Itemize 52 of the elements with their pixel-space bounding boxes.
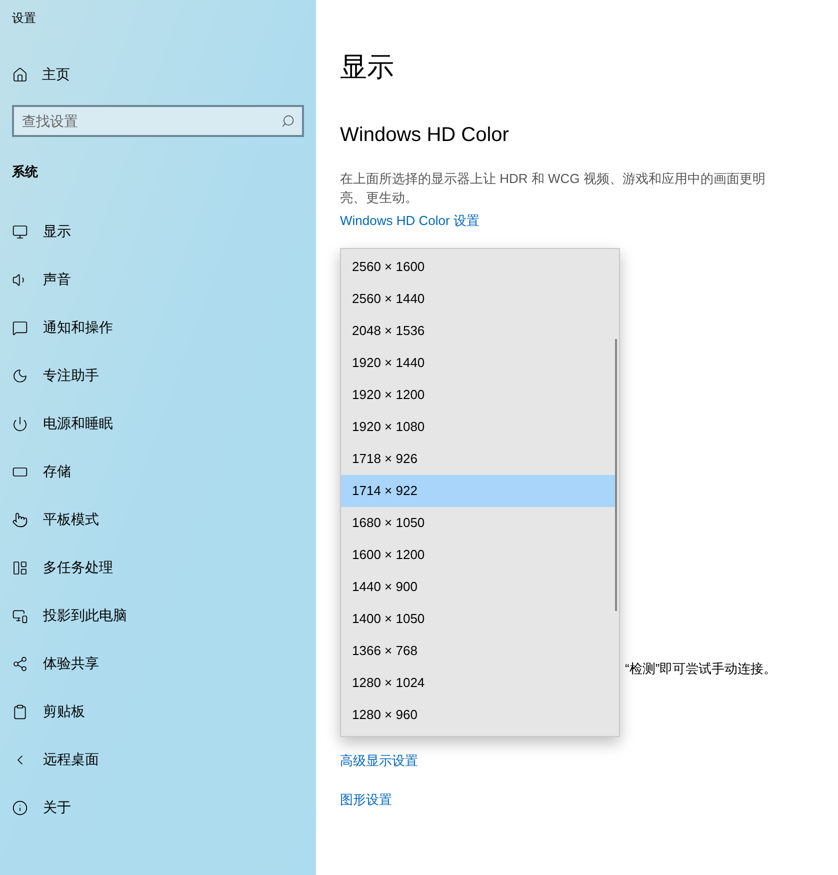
home-link[interactable]: 主页 xyxy=(12,64,70,85)
page-title: 显示 xyxy=(340,54,394,81)
resolution-option[interactable]: 2560 × 1600 xyxy=(341,251,615,283)
resolution-option[interactable]: 1280 × 960 xyxy=(341,699,615,731)
devices-icon xyxy=(12,608,28,624)
resolution-option[interactable]: 1440 × 900 xyxy=(341,571,615,603)
resolution-option[interactable]: 1280 × 1024 xyxy=(341,667,615,699)
hd-color-link[interactable]: Windows HD Color 设置 xyxy=(340,213,480,229)
sidebar-item[interactable]: 显示 xyxy=(12,208,304,256)
resolution-option[interactable]: 1400 × 1050 xyxy=(341,603,615,635)
sidebar-item[interactable]: 专注助手 xyxy=(12,352,304,400)
share-icon xyxy=(12,656,28,672)
sidebar-item[interactable]: 声音 xyxy=(12,256,304,304)
resolution-option[interactable]: 1680 × 1050 xyxy=(341,507,615,539)
resolution-option[interactable]: 1718 × 926 xyxy=(341,443,615,475)
search-field[interactable]: 查找设置 xyxy=(12,105,304,137)
sidebar-item[interactable]: 通知和操作 xyxy=(12,304,304,352)
clipboard-icon xyxy=(12,704,28,720)
resolution-option[interactable]: 2560 × 1440 xyxy=(341,283,615,315)
description: 在上面所选择的显示器上让 HDR 和 WCG 视频、游戏和应用中的画面更明亮、更生动。 xyxy=(340,170,766,207)
section-title: Windows HD Color xyxy=(340,125,509,145)
graphics-link[interactable]: 图形设置 xyxy=(340,790,392,810)
sidebar-item[interactable]: 远程桌面 xyxy=(12,736,304,784)
sidebar-item[interactable]: 电源和睡眠 xyxy=(12,400,304,448)
sidebar-item[interactable]: 关于 xyxy=(12,784,304,832)
resolution-option[interactable]: 1920 × 1200 xyxy=(341,379,615,411)
sidebar-item[interactable]: 体验共享 xyxy=(12,640,304,688)
home-icon xyxy=(12,66,28,82)
resolution-option[interactable]: 1600 × 1200 xyxy=(341,539,615,571)
sidebar-item[interactable]: 存储 xyxy=(12,448,304,496)
sidebar-item[interactable]: 剪贴板 xyxy=(12,688,304,736)
search-icon xyxy=(281,114,295,128)
connect-hint: “检测”即可尝试手动连接。 xyxy=(625,660,777,678)
panels-icon xyxy=(12,560,28,576)
power-icon xyxy=(12,416,28,432)
window-title: 设置 xyxy=(12,10,36,27)
resolution-option[interactable]: 1920 × 1440 xyxy=(341,347,615,379)
sidebar-item[interactable]: 平板模式 xyxy=(12,496,304,544)
sidebar-item[interactable]: 投影到此电脑 xyxy=(12,592,304,640)
section-heading: 系统 xyxy=(12,163,38,181)
monitor-icon xyxy=(12,224,28,240)
scrollbar-thumb[interactable] xyxy=(615,339,617,611)
resolution-option[interactable]: 1920 × 1080 xyxy=(341,411,615,443)
resolution-option[interactable]: 1366 × 768 xyxy=(341,635,615,667)
moon-icon xyxy=(12,368,28,384)
resolution-option[interactable]: 2048 × 1536 xyxy=(341,315,615,347)
sidebar-item[interactable]: 多任务处理 xyxy=(12,544,304,592)
info-icon xyxy=(12,800,28,816)
resolution-option[interactable]: 1714 × 922 xyxy=(341,475,615,507)
message-icon xyxy=(12,320,28,336)
hand-pointer-icon xyxy=(12,512,28,528)
advanced-display-link[interactable]: 高级显示设置 xyxy=(340,750,418,770)
